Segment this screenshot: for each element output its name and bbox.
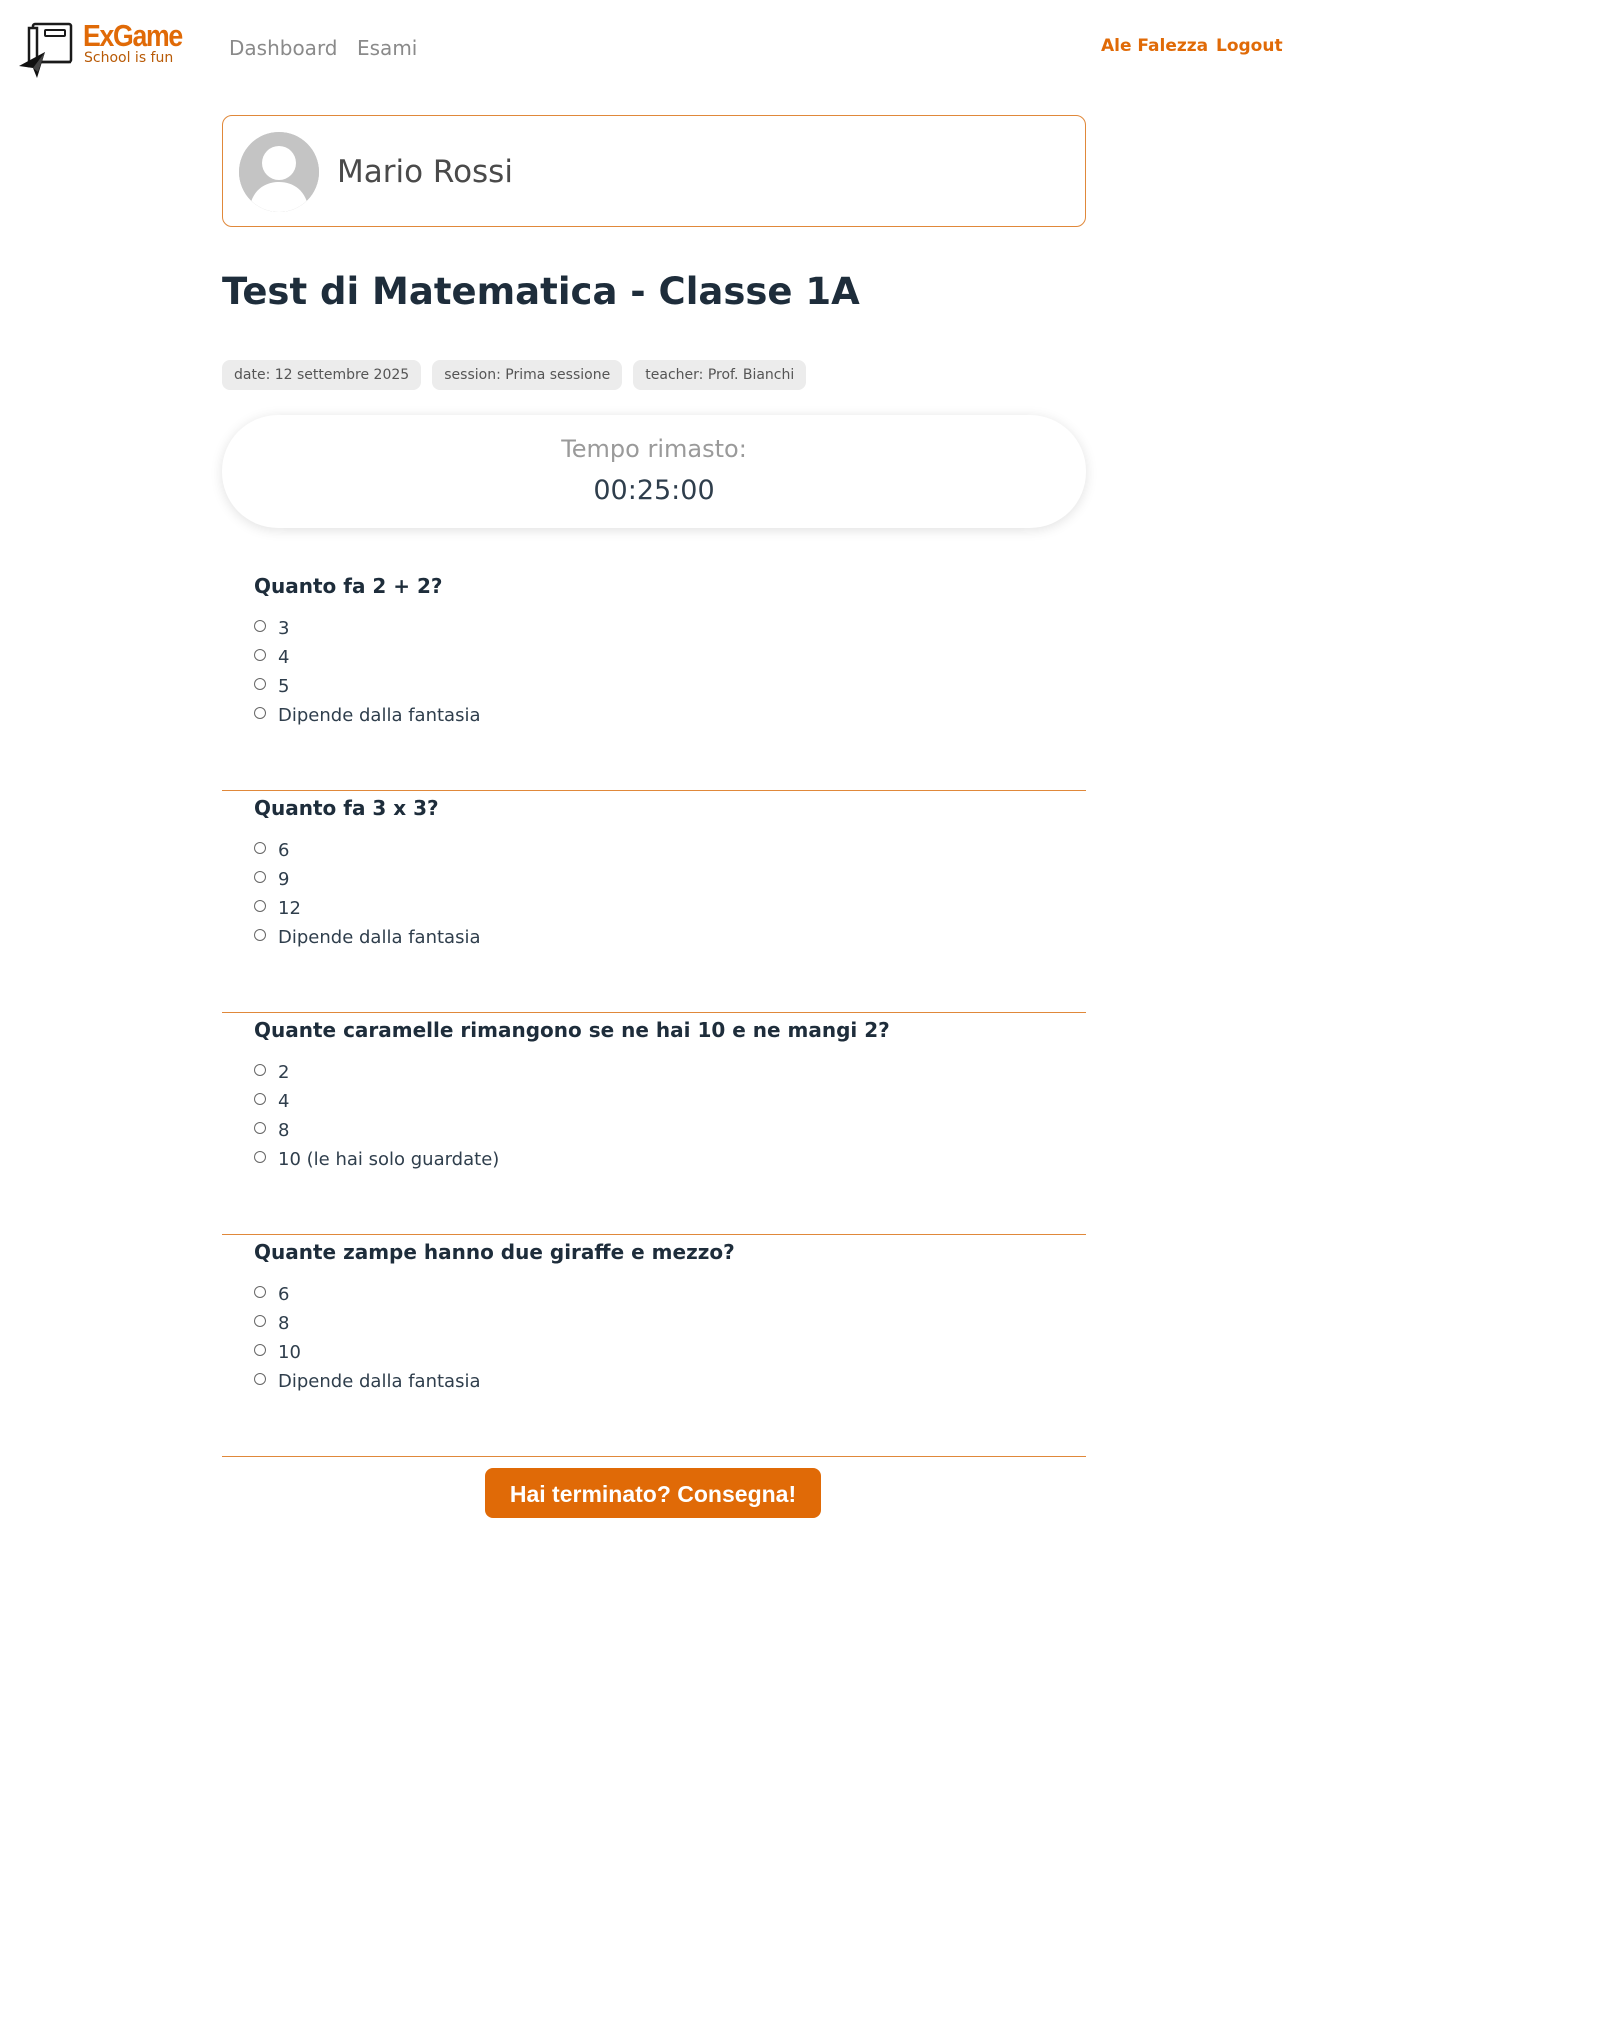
answer-option[interactable]: 5 [254,672,480,701]
question-2: Quanto fa 3 x 3? 6 9 12 Dipende dalla fa… [222,792,1086,1013]
logo-title: ExGame [83,18,183,53]
radio-button[interactable] [254,870,266,883]
answer-options: 3 4 5 Dipende dalla fantasia [254,614,480,730]
option-label: 6 [278,840,290,861]
nav-user-name[interactable]: Ale Falezza [1101,36,1208,56]
answer-option[interactable]: 6 [254,1280,480,1309]
answer-options: 6 8 10 Dipende dalla fantasia [254,1280,480,1396]
logo-subtitle: School is fun [84,50,174,66]
option-label: 6 [278,1284,290,1305]
answer-option[interactable]: 8 [254,1116,499,1145]
question-text: Quante zampe hanno due giraffe e mezzo? [254,1240,735,1264]
question-text: Quanto fa 3 x 3? [254,796,439,820]
nav-esami[interactable]: Esami [357,36,417,60]
timer-card: Tempo rimasto: 00:25:00 [222,415,1086,528]
teacher-tag: teacher: Prof. Bianchi [633,360,807,390]
answer-option[interactable]: Dipende dalla fantasia [254,923,480,952]
answer-options: 6 9 12 Dipende dalla fantasia [254,836,480,952]
date-tag: date: 12 settembre 2025 [222,360,422,390]
answer-option[interactable]: 12 [254,894,480,923]
exgame-logo[interactable]: ExGame School is fun [19,18,184,78]
answer-option[interactable]: 4 [254,643,480,672]
question-text: Quanto fa 2 + 2? [254,574,443,598]
answer-option[interactable]: Dipende dalla fantasia [254,701,480,730]
option-label: Dipende dalla fantasia [278,1371,481,1392]
answer-option[interactable]: 8 [254,1309,480,1338]
answer-option[interactable]: 6 [254,836,480,865]
session-tag: session: Prima sessione [432,360,623,390]
exam-title: Test di Matematica - Classe 1A [222,270,860,313]
radio-button[interactable] [254,1121,266,1134]
answer-option[interactable]: 9 [254,865,480,894]
radio-button[interactable] [254,1343,266,1356]
exam-tags: date: 12 settembre 2025 session: Prima s… [222,360,812,390]
answer-option[interactable]: 10 (le hai solo guardate) [254,1145,499,1174]
logout-link[interactable]: Logout [1216,36,1283,56]
answer-option[interactable]: 2 [254,1058,499,1087]
option-label: Dipende dalla fantasia [278,927,481,948]
question-4: Quante zampe hanno due giraffe e mezzo? … [222,1236,1086,1457]
submit-exam-button[interactable]: Hai terminato? Consegna! [485,1468,821,1518]
timer-value: 00:25:00 [593,475,715,506]
student-name: Mario Rossi [337,154,513,190]
option-label: Dipende dalla fantasia [278,705,481,726]
option-label: 4 [278,1091,290,1112]
radio-button[interactable] [254,1092,266,1105]
radio-button[interactable] [254,928,266,941]
option-label: 9 [278,869,290,890]
question-list: Quanto fa 2 + 2? 3 4 5 Dipende dalla fan… [222,570,1086,1458]
radio-button[interactable] [254,899,266,912]
radio-button[interactable] [254,648,266,661]
option-label: 10 [278,1342,301,1363]
option-label: 8 [278,1313,290,1334]
option-label: 8 [278,1120,290,1141]
radio-button[interactable] [254,1063,266,1076]
answer-option[interactable]: 10 [254,1338,480,1367]
question-1: Quanto fa 2 + 2? 3 4 5 Dipende dalla fan… [222,570,1086,791]
student-profile-card: Mario Rossi [222,115,1086,227]
answer-option[interactable]: 3 [254,614,480,643]
radio-button[interactable] [254,1150,266,1163]
question-text: Quante caramelle rimangono se ne hai 10 … [254,1018,890,1042]
user-placeholder-icon [239,132,319,212]
option-label: 4 [278,647,290,668]
question-3: Quante caramelle rimangono se ne hai 10 … [222,1014,1086,1235]
option-label: 12 [278,898,301,919]
radio-button[interactable] [254,706,266,719]
radio-button[interactable] [254,1285,266,1298]
radio-button[interactable] [254,1372,266,1385]
radio-button[interactable] [254,1314,266,1327]
navbar: ExGame School is fun Dashboard Esami Ale… [0,0,1605,100]
book-plane-logo-icon [19,22,73,78]
radio-button[interactable] [254,841,266,854]
exam-content: Mario Rossi Test di Matematica - Classe … [222,115,1086,1518]
nav-dashboard[interactable]: Dashboard [229,36,338,60]
answer-option[interactable]: Dipende dalla fantasia [254,1367,480,1396]
radio-button[interactable] [254,677,266,690]
timer-label: Tempo rimasto: [561,435,747,463]
option-label: 10 (le hai solo guardate) [278,1149,500,1170]
option-label: 2 [278,1062,290,1083]
option-label: 5 [278,676,290,697]
radio-button[interactable] [254,619,266,632]
answer-option[interactable]: 4 [254,1087,499,1116]
option-label: 3 [278,618,290,639]
answer-options: 2 4 8 10 (le hai solo guardate) [254,1058,499,1174]
